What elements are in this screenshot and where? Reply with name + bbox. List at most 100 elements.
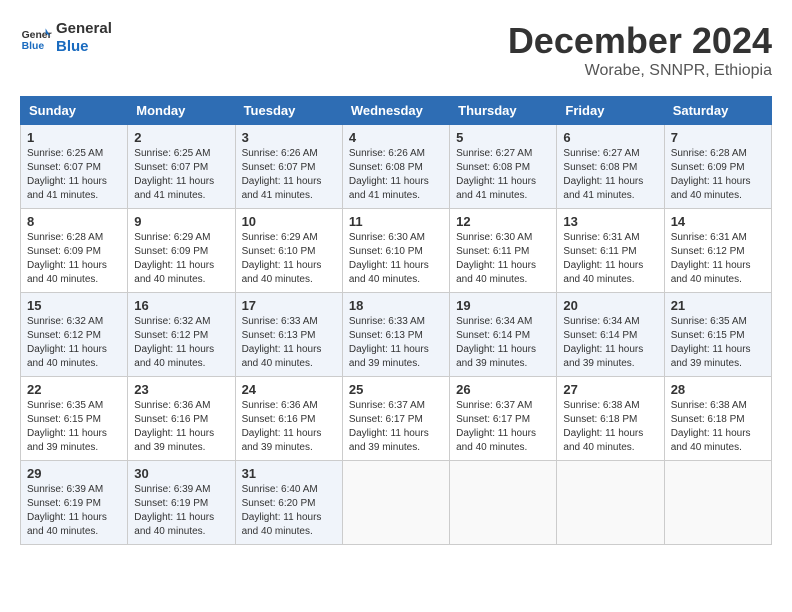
header: General Blue General Blue December 2024 …: [20, 20, 772, 80]
calendar-cell: [450, 461, 557, 545]
day-info: Sunrise: 6:38 AMSunset: 6:18 PMDaylight:…: [563, 399, 657, 455]
calendar-cell: 20 Sunrise: 6:34 AMSunset: 6:14 PMDayligh…: [557, 293, 664, 377]
day-info: Sunrise: 6:33 AMSunset: 6:13 PMDaylight:…: [349, 315, 443, 371]
calendar-cell: 7 Sunrise: 6:28 AMSunset: 6:09 PMDaylight…: [664, 125, 771, 209]
logo-icon: General Blue: [20, 22, 52, 54]
calendar-cell: 13Sunrise: 6:31 AMSunset: 6:11 PMDayligh…: [557, 209, 664, 293]
day-number: 23: [134, 382, 228, 397]
day-number: 25: [349, 382, 443, 397]
day-info: Sunrise: 6:30 AMSunset: 6:11 PMDaylight:…: [456, 231, 550, 287]
day-info: Sunrise: 6:30 AMSunset: 6:10 PMDaylight:…: [349, 231, 443, 287]
day-info: Sunrise: 6:36 AMSunset: 6:16 PMDaylight:…: [242, 399, 336, 455]
day-info: Sunrise: 6:36 AMSunset: 6:16 PMDaylight:…: [134, 399, 228, 455]
day-number: 7: [671, 130, 765, 145]
calendar-cell: 6 Sunrise: 6:27 AMSunset: 6:08 PMDaylight…: [557, 125, 664, 209]
day-info: Sunrise: 6:34 AMSunset: 6:14 PMDaylight:…: [563, 315, 657, 371]
calendar-cell: 23 Sunrise: 6:36 AMSunset: 6:16 PMDayligh…: [128, 377, 235, 461]
day-number: 14: [671, 214, 765, 229]
calendar-cell: 18 Sunrise: 6:33 AMSunset: 6:13 PMDayligh…: [342, 293, 449, 377]
calendar-cell: 10 Sunrise: 6:29 AMSunset: 6:10 PMDayligh…: [235, 209, 342, 293]
day-number: 6: [563, 130, 657, 145]
calendar-cell: 21 Sunrise: 6:35 AMSunset: 6:15 PMDayligh…: [664, 293, 771, 377]
calendar-cell: 12Sunrise: 6:30 AMSunset: 6:11 PMDayligh…: [450, 209, 557, 293]
calendar-cell: [664, 461, 771, 545]
day-number: 10: [242, 214, 336, 229]
logo-general: General: [56, 20, 112, 38]
day-info: Sunrise: 6:31 AMSunset: 6:11 PMDaylight:…: [563, 231, 657, 287]
calendar-cell: 25 Sunrise: 6:37 AMSunset: 6:17 PMDayligh…: [342, 377, 449, 461]
svg-text:Blue: Blue: [22, 41, 45, 52]
calendar-cell: 27Sunrise: 6:38 AMSunset: 6:18 PMDayligh…: [557, 377, 664, 461]
day-info: Sunrise: 6:31 AMSunset: 6:12 PMDaylight:…: [671, 231, 765, 287]
day-number: 11: [349, 214, 443, 229]
day-number: 5: [456, 130, 550, 145]
calendar-cell: 29 Sunrise: 6:39 AMSunset: 6:19 PMDayligh…: [21, 461, 128, 545]
calendar-cell: [557, 461, 664, 545]
day-info: Sunrise: 6:26 AMSunset: 6:08 PMDaylight:…: [349, 147, 443, 203]
day-info: Sunrise: 6:28 AMSunset: 6:09 PMDaylight:…: [671, 147, 765, 203]
calendar-cell: 30 Sunrise: 6:39 AMSunset: 6:19 PMDayligh…: [128, 461, 235, 545]
calendar-cell: 19 Sunrise: 6:34 AMSunset: 6:14 PMDayligh…: [450, 293, 557, 377]
day-number: 1: [27, 130, 121, 145]
day-info: Sunrise: 6:32 AMSunset: 6:12 PMDaylight:…: [27, 315, 121, 371]
calendar-cell: 5Sunrise: 6:27 AMSunset: 6:08 PMDaylight…: [450, 125, 557, 209]
weekday-header-monday: Monday: [128, 97, 235, 125]
day-number: 9: [134, 214, 228, 229]
calendar-week-row: 29 Sunrise: 6:39 AMSunset: 6:19 PMDayligh…: [21, 461, 772, 545]
calendar-cell: 2 Sunrise: 6:25 AMSunset: 6:07 PMDaylight…: [128, 125, 235, 209]
day-number: 2: [134, 130, 228, 145]
calendar-cell: 4Sunrise: 6:26 AMSunset: 6:08 PMDaylight…: [342, 125, 449, 209]
day-number: 28: [671, 382, 765, 397]
calendar-cell: 28 Sunrise: 6:38 AMSunset: 6:18 PMDayligh…: [664, 377, 771, 461]
day-number: 24: [242, 382, 336, 397]
day-info: Sunrise: 6:25 AMSunset: 6:07 PMDaylight:…: [134, 147, 228, 203]
day-info: Sunrise: 6:29 AMSunset: 6:09 PMDaylight:…: [134, 231, 228, 287]
calendar-cell: 8Sunrise: 6:28 AMSunset: 6:09 PMDaylight…: [21, 209, 128, 293]
day-info: Sunrise: 6:29 AMSunset: 6:10 PMDaylight:…: [242, 231, 336, 287]
calendar-cell: 31Sunrise: 6:40 AMSunset: 6:20 PMDayligh…: [235, 461, 342, 545]
calendar-table: SundayMondayTuesdayWednesdayThursdayFrid…: [20, 96, 772, 545]
location: Worabe, SNNPR, Ethiopia: [508, 62, 772, 80]
calendar-cell: 22 Sunrise: 6:35 AMSunset: 6:15 PMDayligh…: [21, 377, 128, 461]
day-info: Sunrise: 6:35 AMSunset: 6:15 PMDaylight:…: [27, 399, 121, 455]
calendar-cell: 9 Sunrise: 6:29 AMSunset: 6:09 PMDaylight…: [128, 209, 235, 293]
calendar-cell: 1 Sunrise: 6:25 AMSunset: 6:07 PMDaylight…: [21, 125, 128, 209]
day-number: 30: [134, 466, 228, 481]
day-info: Sunrise: 6:37 AMSunset: 6:17 PMDaylight:…: [349, 399, 443, 455]
day-number: 3: [242, 130, 336, 145]
weekday-header-friday: Friday: [557, 97, 664, 125]
title-area: December 2024 Worabe, SNNPR, Ethiopia: [508, 20, 772, 80]
day-number: 18: [349, 298, 443, 313]
day-info: Sunrise: 6:25 AMSunset: 6:07 PMDaylight:…: [27, 147, 121, 203]
day-number: 29: [27, 466, 121, 481]
day-info: Sunrise: 6:40 AMSunset: 6:20 PMDaylight:…: [242, 483, 336, 539]
day-info: Sunrise: 6:32 AMSunset: 6:12 PMDaylight:…: [134, 315, 228, 371]
day-number: 16: [134, 298, 228, 313]
weekday-header-thursday: Thursday: [450, 97, 557, 125]
day-info: Sunrise: 6:26 AMSunset: 6:07 PMDaylight:…: [242, 147, 336, 203]
calendar-week-row: 8Sunrise: 6:28 AMSunset: 6:09 PMDaylight…: [21, 209, 772, 293]
day-number: 15: [27, 298, 121, 313]
day-number: 22: [27, 382, 121, 397]
day-number: 19: [456, 298, 550, 313]
day-info: Sunrise: 6:39 AMSunset: 6:19 PMDaylight:…: [27, 483, 121, 539]
day-info: Sunrise: 6:35 AMSunset: 6:15 PMDaylight:…: [671, 315, 765, 371]
day-number: 21: [671, 298, 765, 313]
day-info: Sunrise: 6:37 AMSunset: 6:17 PMDaylight:…: [456, 399, 550, 455]
day-info: Sunrise: 6:28 AMSunset: 6:09 PMDaylight:…: [27, 231, 121, 287]
day-info: Sunrise: 6:33 AMSunset: 6:13 PMDaylight:…: [242, 315, 336, 371]
calendar-cell: 3 Sunrise: 6:26 AMSunset: 6:07 PMDaylight…: [235, 125, 342, 209]
calendar-week-row: 22 Sunrise: 6:35 AMSunset: 6:15 PMDayligh…: [21, 377, 772, 461]
weekday-header-sunday: Sunday: [21, 97, 128, 125]
day-info: Sunrise: 6:39 AMSunset: 6:19 PMDaylight:…: [134, 483, 228, 539]
day-info: Sunrise: 6:34 AMSunset: 6:14 PMDaylight:…: [456, 315, 550, 371]
day-info: Sunrise: 6:38 AMSunset: 6:18 PMDaylight:…: [671, 399, 765, 455]
weekday-header-tuesday: Tuesday: [235, 97, 342, 125]
calendar-week-row: 1 Sunrise: 6:25 AMSunset: 6:07 PMDaylight…: [21, 125, 772, 209]
day-info: Sunrise: 6:27 AMSunset: 6:08 PMDaylight:…: [563, 147, 657, 203]
logo-blue: Blue: [56, 38, 112, 56]
calendar-cell: 14 Sunrise: 6:31 AMSunset: 6:12 PMDayligh…: [664, 209, 771, 293]
day-number: 20: [563, 298, 657, 313]
weekday-header-saturday: Saturday: [664, 97, 771, 125]
calendar-cell: 17Sunrise: 6:33 AMSunset: 6:13 PMDayligh…: [235, 293, 342, 377]
